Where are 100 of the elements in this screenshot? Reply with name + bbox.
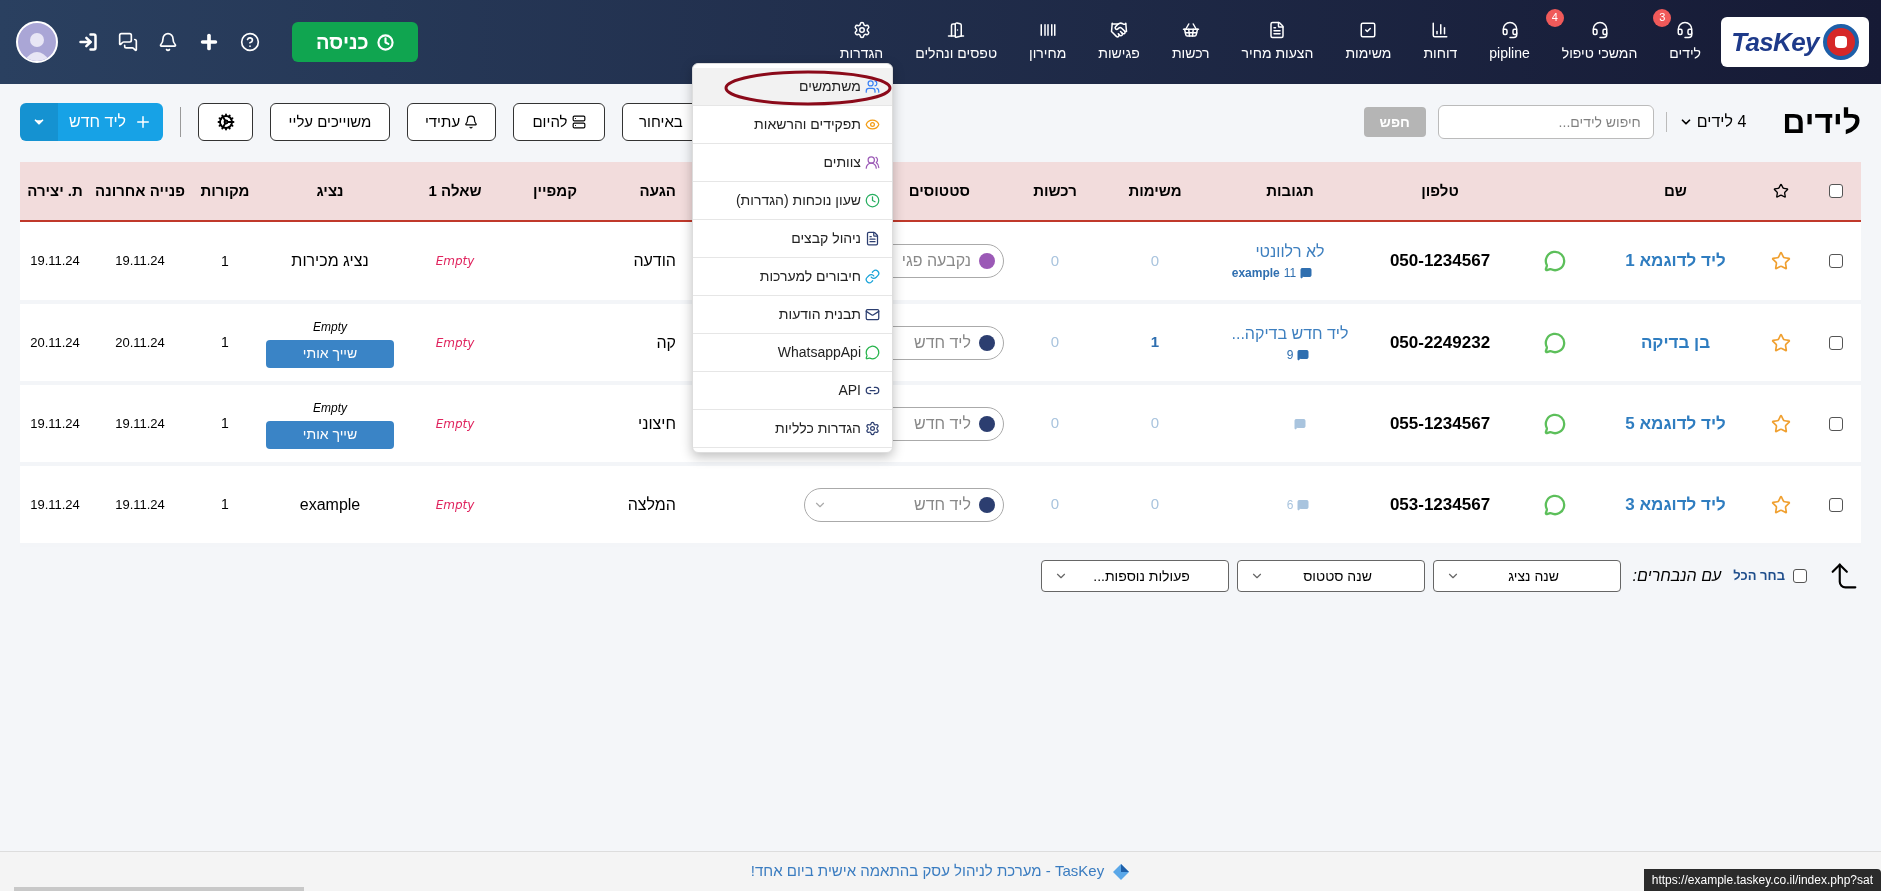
- nav-item[interactable]: דוחות: [1423, 20, 1458, 64]
- menu-item[interactable]: WhatsappApi: [693, 334, 892, 372]
- action-select[interactable]: שנה סטטוס: [1236, 560, 1425, 592]
- handshake-icon: [1110, 20, 1129, 39]
- star-icon[interactable]: [1773, 183, 1789, 199]
- menu-item[interactable]: תפקידים והרשאות: [693, 106, 892, 144]
- empty-label: Empty: [435, 334, 475, 352]
- date-text: 19.11.24: [30, 495, 80, 514]
- source-text: חיצוני: [638, 413, 676, 434]
- comment-text[interactable]: ליד חדש בדיקה...: [1231, 321, 1349, 346]
- column-header[interactable]: שאלה 1: [400, 181, 510, 201]
- headset-icon: [1590, 20, 1609, 39]
- menu-item[interactable]: API: [693, 372, 892, 410]
- date-text: 20.11.24: [115, 333, 165, 352]
- nav-item[interactable]: pipline: [1489, 20, 1530, 64]
- checkbox[interactable]: [1829, 184, 1843, 198]
- nav-item[interactable]: לידים: [1669, 20, 1701, 64]
- star-icon[interactable]: [1771, 251, 1791, 271]
- lead-name-link[interactable]: ליד לדוגמא 3: [1625, 491, 1726, 518]
- column-header[interactable]: קמפיין: [510, 181, 600, 201]
- lead-name-link[interactable]: ליד לדוגמא 1: [1625, 248, 1726, 274]
- menu-item[interactable]: צוותים: [693, 144, 892, 182]
- column-header[interactable]: מקורות: [190, 181, 260, 201]
- link-url-tooltip: https://example.taskey.co.il/index.php?sat: [1643, 869, 1881, 891]
- notification-badge: 4: [1545, 8, 1564, 27]
- tasks-count[interactable]: 1: [1150, 331, 1160, 354]
- checkbox[interactable]: [1829, 335, 1843, 350]
- action-select[interactable]: פעולות נוספות...: [1040, 560, 1229, 592]
- column-header[interactable]: ת. יצירה: [20, 181, 90, 201]
- menu-item[interactable]: הגדרות כלליות: [693, 410, 892, 448]
- status-select[interactable]: ליד חדש: [804, 487, 1004, 522]
- column-header[interactable]: פנייה אחרונה: [90, 181, 190, 201]
- plus-icon: [134, 113, 152, 131]
- sources-count: 1: [221, 251, 229, 271]
- filter-button[interactable]: עתידי: [407, 103, 496, 141]
- nav-item[interactable]: טפסים ונהלים: [915, 20, 998, 64]
- server-icon: [571, 115, 586, 129]
- column-header[interactable]: שם: [1600, 181, 1751, 201]
- nav-item[interactable]: מחירון: [1029, 20, 1067, 64]
- nav-item[interactable]: משימות: [1345, 20, 1392, 64]
- empty-label: Empty: [435, 415, 475, 433]
- column-header[interactable]: תגובות: [1210, 181, 1370, 201]
- menu-item[interactable]: חיבורים למערכות: [693, 258, 892, 296]
- column-header[interactable]: רכשות: [1010, 181, 1100, 201]
- logo-emblem-icon: [1822, 24, 1859, 60]
- column-header[interactable]: משימות: [1100, 181, 1210, 201]
- headset-icon: [1500, 20, 1519, 39]
- comment-count: 6: [1286, 496, 1294, 514]
- checkbox[interactable]: [1829, 416, 1843, 431]
- comment-icon[interactable]: [1300, 267, 1313, 279]
- action-select[interactable]: שנה נציג: [1432, 560, 1621, 592]
- checkbox[interactable]: [1793, 569, 1807, 583]
- empty-label: Empty: [435, 253, 475, 270]
- comment-text[interactable]: לא רלוונטי: [1255, 240, 1325, 264]
- comment-author: example: [1231, 265, 1280, 282]
- lead-name-link[interactable]: בן בדיקה: [1640, 329, 1711, 356]
- clock-icon: [865, 193, 880, 208]
- login-icon[interactable]: [78, 32, 98, 52]
- nav-item[interactable]: פגישות: [1098, 20, 1140, 64]
- gears-icon: [216, 113, 235, 131]
- date-text: 19.11.24: [30, 252, 80, 271]
- column-header[interactable]: נציג: [260, 181, 400, 201]
- nav-item[interactable]: הצעות מחיר: [1241, 20, 1314, 64]
- rep-name: נציג מכירות: [291, 251, 369, 271]
- eye-icon: [865, 117, 880, 132]
- help-icon[interactable]: [240, 32, 260, 52]
- assign-me-button[interactable]: שייך אותי: [266, 420, 394, 449]
- dropdown-toggle[interactable]: [20, 103, 58, 141]
- sources-count: 1: [221, 333, 229, 352]
- search-field[interactable]: חיפוש לידים...: [1437, 105, 1654, 139]
- filter-button[interactable]: משוייכים עליי: [270, 103, 390, 141]
- star-icon[interactable]: [1771, 413, 1791, 434]
- settings-button[interactable]: [198, 103, 253, 141]
- date-text: 19.11.24: [30, 414, 80, 433]
- link-icon: [865, 269, 880, 284]
- menu-item[interactable]: שעון נוכחות (הגדרות): [693, 182, 892, 220]
- chat-icon[interactable]: [118, 32, 138, 52]
- lead-count-dropdown[interactable]: 4 לידים: [1678, 110, 1747, 134]
- logo[interactable]: TasKey: [1721, 17, 1869, 67]
- menu-item[interactable]: תבנית הודעות: [693, 296, 892, 334]
- star-icon[interactable]: [1771, 494, 1791, 515]
- checkbox[interactable]: [1829, 254, 1843, 268]
- star-icon[interactable]: [1771, 332, 1791, 353]
- select-all-label[interactable]: בחר הכל: [1733, 566, 1785, 586]
- clock-icon: [376, 33, 394, 51]
- nav-item[interactable]: הגדרות: [839, 20, 884, 64]
- column-header[interactable]: טלפון: [1370, 181, 1510, 201]
- assign-me-button[interactable]: שייך אותי: [266, 339, 394, 368]
- filter-button[interactable]: להיום: [513, 103, 605, 141]
- avatar[interactable]: [16, 21, 58, 63]
- lead-name-link[interactable]: ליד לדוגמא 5: [1625, 410, 1726, 437]
- nav-item[interactable]: המשכי טיפול: [1561, 20, 1638, 64]
- plus-icon[interactable]: [198, 31, 220, 53]
- column-header[interactable]: הגעה: [600, 181, 680, 201]
- scrollbar[interactable]: [14, 887, 304, 891]
- nav-item[interactable]: רכשות: [1171, 20, 1210, 64]
- checkbox[interactable]: [1829, 497, 1843, 512]
- menu-item[interactable]: ניהול קבצים: [693, 220, 892, 258]
- comment-icon[interactable]: [1297, 348, 1310, 361]
- bell-icon[interactable]: [158, 32, 178, 52]
